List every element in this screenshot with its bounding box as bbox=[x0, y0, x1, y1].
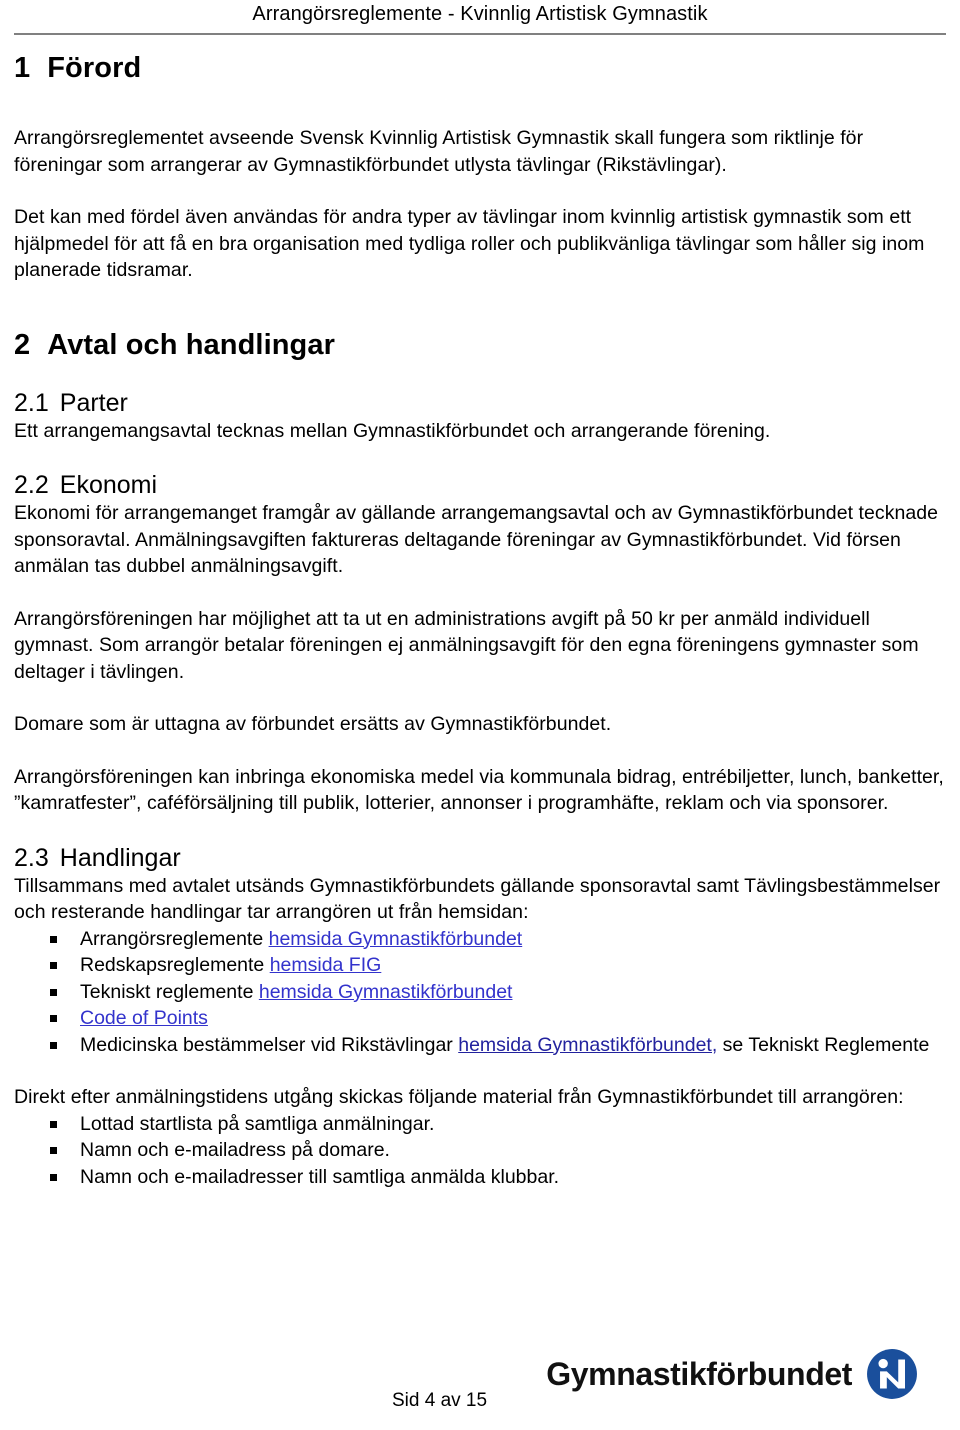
link-hemsida-gymnastikforbundet[interactable]: hemsida Gymnastikförbundet bbox=[269, 928, 523, 950]
list-item: Redskapsreglemente hemsida FIG bbox=[14, 952, 946, 979]
square-bullet-icon bbox=[50, 988, 57, 996]
paragraph-forord-1: Arrangörsreglementet avseende Svensk Kvi… bbox=[14, 127, 864, 176]
material-list: Lottad startlista på samtliga anmälninga… bbox=[14, 1111, 946, 1191]
list-item: Tekniskt reglemente hemsida Gymnastikför… bbox=[14, 979, 946, 1006]
list-item-text: Tekniskt reglemente bbox=[80, 980, 259, 1003]
square-bullet-icon bbox=[50, 1120, 57, 1128]
link-medicinska-hemsida[interactable]: hemsida Gymnastikförbundet, bbox=[458, 1034, 717, 1056]
brand-lockup: Gymnastikförbundet bbox=[546, 1348, 918, 1400]
link-code-of-points[interactable]: Code of Points bbox=[80, 1007, 208, 1029]
heading-section-2-2: 2.2 Ekonomi bbox=[14, 470, 946, 500]
document-footer: Sid 4 av 15 Gymnastikförbundet bbox=[0, 1338, 960, 1418]
heading-number: 2.2 bbox=[14, 471, 49, 499]
list-item: Code of Points bbox=[14, 1005, 946, 1032]
heading-section-2-3: 2.3 Handlingar bbox=[14, 843, 946, 873]
square-bullet-icon bbox=[50, 962, 57, 969]
link-hemsida-fig[interactable]: hemsida FIG bbox=[270, 954, 382, 976]
heading-section-2-1: 2.1 Parter bbox=[14, 388, 946, 418]
paragraph-handlingar-intro: Tillsammans med avtalet utsänds Gymnasti… bbox=[14, 874, 941, 924]
paragraph-ekonomi-1: Ekonomi för arrangemanget framgår av gäl… bbox=[14, 502, 939, 577]
paragraph-ekonomi-4: Arrangörsföreningen kan inbringa ekonomi… bbox=[14, 765, 944, 815]
heading-number: 2.1 bbox=[14, 388, 49, 417]
heading-text: Parter bbox=[59, 388, 128, 417]
list-item-text: Lottad startlista på samtliga anmälninga… bbox=[80, 1112, 435, 1135]
list-item-text: Namn och e-mailadress på domare. bbox=[80, 1139, 390, 1161]
list-item: Medicinska bestämmelser vid Rikstävlinga… bbox=[14, 1032, 946, 1059]
list-item-text-after: se Tekniskt Reglemente bbox=[717, 1033, 930, 1056]
square-bullet-icon bbox=[50, 1147, 57, 1154]
paragraph-material-intro: Direkt efter anmälningstidens utgång ski… bbox=[14, 1086, 904, 1108]
brand-wordmark: Gymnastikförbundet bbox=[546, 1356, 852, 1392]
heading-text: Ekonomi bbox=[59, 471, 158, 499]
list-item-text: Medicinska bestämmelser vid Rikstävlinga… bbox=[80, 1033, 459, 1056]
document-page: Arrangörsreglemente - Kvinnlig Artistisk… bbox=[0, 0, 960, 1430]
heading-text: Förord bbox=[47, 52, 142, 84]
paragraph-forord-2: Det kan med fördel även användas för and… bbox=[14, 206, 925, 281]
list-item-text: Arrangörsreglemente bbox=[80, 927, 269, 950]
heading-section-2: 2 Avtal och handlingar bbox=[14, 328, 946, 362]
handlingar-link-list: Arrangörsreglemente hemsida Gymnastikför… bbox=[14, 926, 946, 1059]
list-item: Namn och e-mailadresser till samtliga an… bbox=[14, 1164, 946, 1191]
heading-section-1: 1 Förord bbox=[14, 51, 946, 85]
paragraph-ekonomi-3: Domare som är uttagna av förbundet ersät… bbox=[14, 713, 612, 735]
link-tekniskt-reglemente-hemsida[interactable]: hemsida Gymnastikförbundet bbox=[259, 981, 513, 1003]
running-header-title: Arrangörsreglemente - Kvinnlig Artistisk… bbox=[252, 3, 708, 25]
list-item: Arrangörsreglemente hemsida Gymnastikför… bbox=[14, 926, 946, 953]
list-item-text: Namn och e-mailadresser till samtliga an… bbox=[80, 1165, 560, 1188]
paragraph-ekonomi-2: Arrangörsföreningen har möjlighet att ta… bbox=[14, 607, 919, 683]
heading-text: Handlingar bbox=[59, 843, 181, 872]
square-bullet-icon bbox=[50, 1041, 57, 1049]
header-divider bbox=[14, 33, 946, 35]
square-bullet-icon bbox=[50, 935, 57, 943]
heading-number: 1 bbox=[14, 52, 31, 84]
list-item-text: Redskapsreglemente bbox=[80, 954, 270, 976]
list-item: Lottad startlista på samtliga anmälninga… bbox=[14, 1111, 946, 1138]
gymnastikforbundet-logo-icon bbox=[867, 1349, 917, 1399]
heading-number: 2 bbox=[14, 328, 31, 361]
list-item: Namn och e-mailadress på domare. bbox=[14, 1137, 946, 1164]
page-number-label: Sid 4 av 15 bbox=[392, 1390, 488, 1411]
heading-number: 2.3 bbox=[14, 843, 49, 872]
square-bullet-icon bbox=[50, 1173, 57, 1181]
square-bullet-icon bbox=[50, 1015, 57, 1022]
paragraph-parter-1: Ett arrangemangsavtal tecknas mellan Gym… bbox=[14, 419, 771, 442]
heading-text: Avtal och handlingar bbox=[47, 328, 335, 361]
